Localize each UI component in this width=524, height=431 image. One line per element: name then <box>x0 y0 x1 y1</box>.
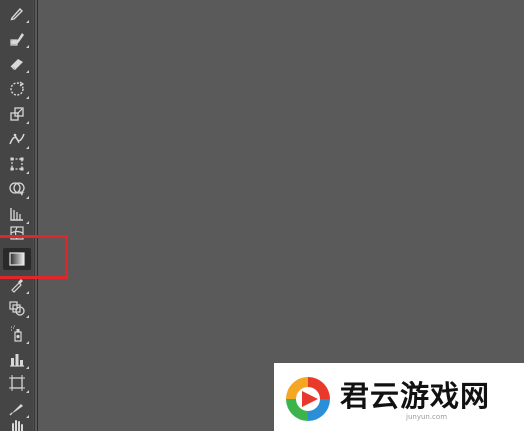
tools-panel <box>0 0 35 431</box>
free-transform-tool[interactable] <box>5 153 29 175</box>
blob-brush-icon <box>10 33 24 46</box>
width-tool[interactable] <box>5 128 29 150</box>
watermark: 君云游戏网 junyun.com <box>274 363 524 431</box>
eraser-icon <box>10 59 23 70</box>
illustrator-window: 君云游戏网 junyun.com <box>0 0 524 431</box>
scale-icon <box>10 107 24 121</box>
artboard-icon <box>9 375 25 391</box>
rotate-tool[interactable] <box>5 78 29 100</box>
width-icon <box>9 133 25 145</box>
perspective-grid-tool[interactable] <box>5 203 29 225</box>
symbol-sprayer-tool[interactable] <box>5 323 29 345</box>
artboard-tool[interactable] <box>5 372 29 394</box>
perspective-grid-icon <box>10 208 23 221</box>
pencil-icon <box>10 7 23 21</box>
slice-tool[interactable] <box>5 397 29 419</box>
watermark-title: 君云游戏网 <box>340 379 491 413</box>
symbol-sprayer-icon <box>11 325 22 342</box>
free-transform-icon <box>10 157 24 171</box>
pencil-tool[interactable] <box>5 2 29 24</box>
column-graph-tool[interactable] <box>5 348 29 370</box>
rotate-icon <box>10 81 25 96</box>
blend-tool[interactable] <box>5 297 29 319</box>
shape-builder-icon <box>9 182 25 196</box>
watermark-domain: junyun.com <box>406 413 448 421</box>
hand-icon <box>12 420 23 431</box>
junyun-logo-icon <box>286 377 330 421</box>
slice-icon <box>9 404 23 416</box>
eraser-tool[interactable] <box>5 52 29 74</box>
blend-icon <box>9 301 25 316</box>
shape-builder-tool[interactable] <box>5 178 29 200</box>
gradient-tool-highlight-box <box>0 235 68 279</box>
blob-brush-tool[interactable] <box>5 27 29 49</box>
hand-tool[interactable] <box>5 418 29 431</box>
scale-tool[interactable] <box>5 103 29 125</box>
column-graph-icon <box>10 354 24 367</box>
